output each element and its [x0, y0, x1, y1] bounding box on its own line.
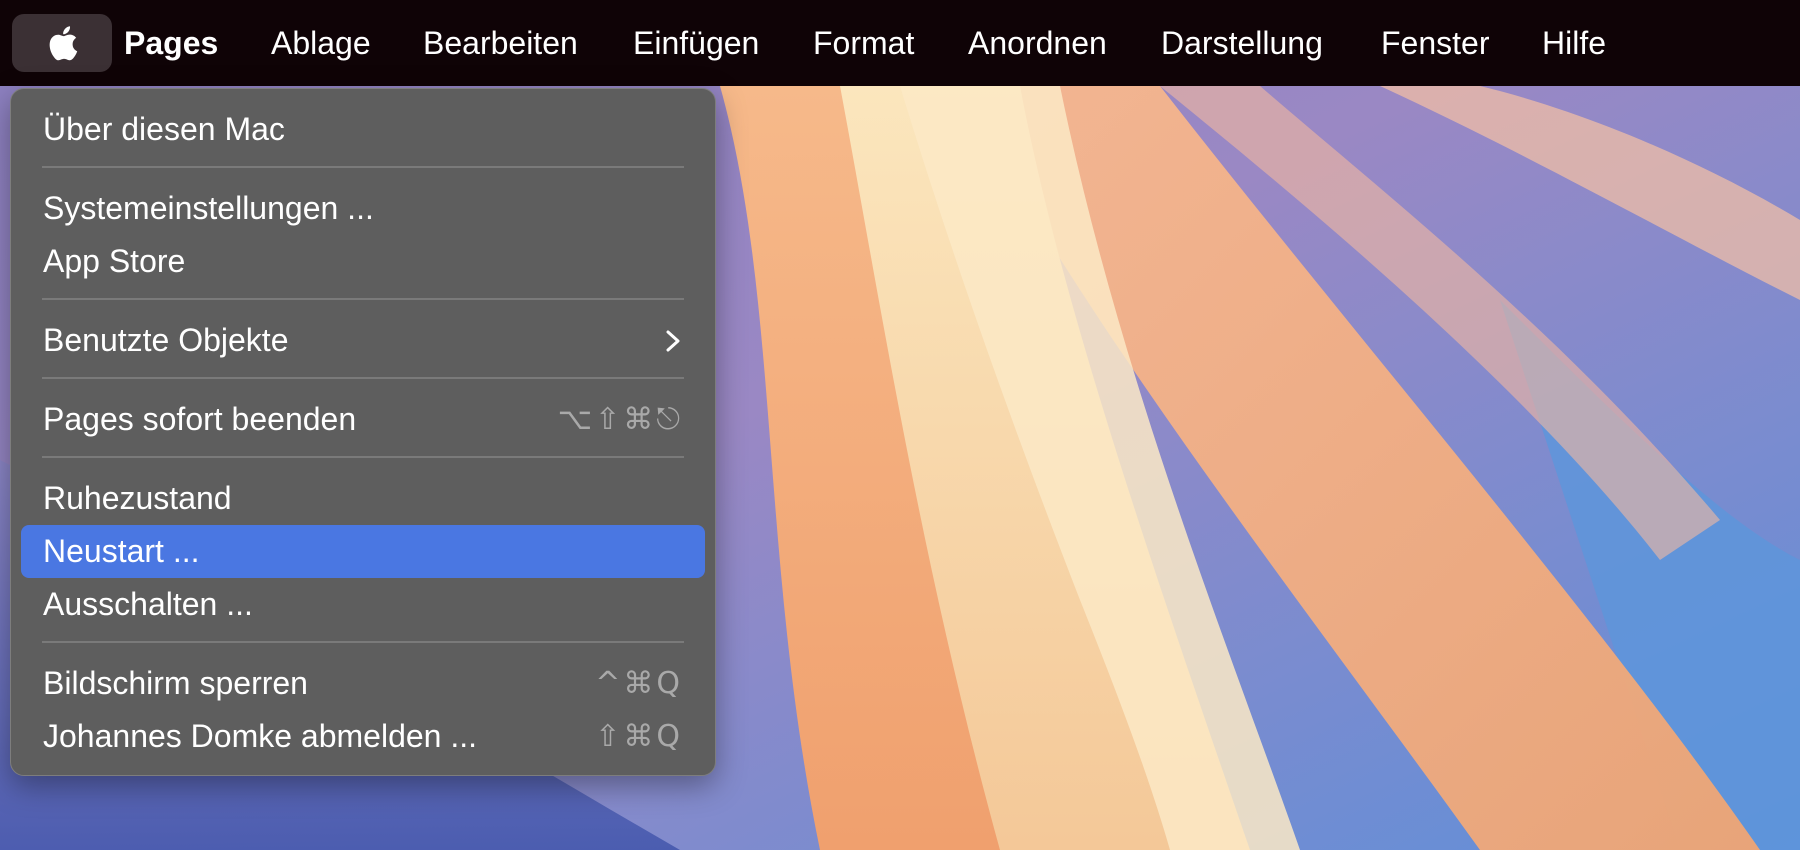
chevron-right-icon: [666, 330, 680, 352]
menu-separator: [42, 377, 684, 379]
desktop: Pages Ablage Bearbeiten Einfügen Format …: [0, 0, 1800, 850]
menu-item-label: Neustart ...: [43, 533, 200, 569]
keyboard-shortcut: ⌥⇧⌘⎋: [557, 402, 683, 437]
menu-separator: [42, 641, 684, 643]
menu-darstellung[interactable]: Darstellung: [1161, 0, 1323, 86]
apple-logo-icon: [49, 26, 78, 61]
menu-item-label: Über diesen Mac: [43, 111, 285, 147]
menu-item-force-quit[interactable]: Pages sofort beenden ⌥⇧⌘⎋: [21, 393, 705, 446]
menu-fenster[interactable]: Fenster: [1381, 0, 1489, 86]
menu-item-about-this-mac[interactable]: Über diesen Mac: [21, 103, 705, 156]
menu-item-recent-items[interactable]: Benutzte Objekte: [21, 314, 705, 367]
menu-item-label: Johannes Domke abmelden ...: [43, 718, 478, 754]
menu-item-sleep[interactable]: Ruhezustand: [21, 472, 705, 525]
keyboard-shortcut: ^⌘Q: [595, 666, 683, 701]
menu-item-label: Ausschalten ...: [43, 586, 253, 622]
menu-item-lock-screen[interactable]: Bildschirm sperren ^⌘Q: [21, 657, 705, 710]
menu-item-label: Ruhezustand: [43, 480, 232, 516]
apple-menu-dropdown: Über diesen Mac Systemeinstellungen ... …: [10, 88, 716, 776]
menu-item-label: App Store: [43, 243, 186, 279]
menu-ablage[interactable]: Ablage: [271, 0, 371, 86]
menu-item-log-out[interactable]: Johannes Domke abmelden ... ⇧⌘Q: [21, 710, 705, 763]
menu-item-app-store[interactable]: App Store: [21, 235, 705, 288]
menu-format[interactable]: Format: [813, 0, 914, 86]
menu-app-pages[interactable]: Pages: [124, 0, 218, 86]
menu-item-label: Systemeinstellungen ...: [43, 190, 374, 226]
menu-item-restart[interactable]: Neustart ...: [21, 525, 705, 578]
menu-bar: Pages Ablage Bearbeiten Einfügen Format …: [0, 0, 1800, 86]
menu-separator: [42, 298, 684, 300]
apple-menu-button[interactable]: [12, 14, 112, 72]
menu-separator: [42, 456, 684, 458]
menu-hilfe[interactable]: Hilfe: [1542, 0, 1606, 86]
menu-einfuegen[interactable]: Einfügen: [633, 0, 759, 86]
keyboard-shortcut: ⇧⌘Q: [595, 719, 683, 754]
menu-bearbeiten[interactable]: Bearbeiten: [423, 0, 578, 86]
menu-separator: [42, 166, 684, 168]
menu-item-label: Pages sofort beenden: [43, 401, 357, 437]
menu-item-shut-down[interactable]: Ausschalten ...: [21, 578, 705, 631]
menu-item-system-settings[interactable]: Systemeinstellungen ...: [21, 182, 705, 235]
menu-item-label: Benutzte Objekte: [43, 322, 289, 358]
menu-anordnen[interactable]: Anordnen: [968, 0, 1107, 86]
menu-item-label: Bildschirm sperren: [43, 665, 308, 701]
